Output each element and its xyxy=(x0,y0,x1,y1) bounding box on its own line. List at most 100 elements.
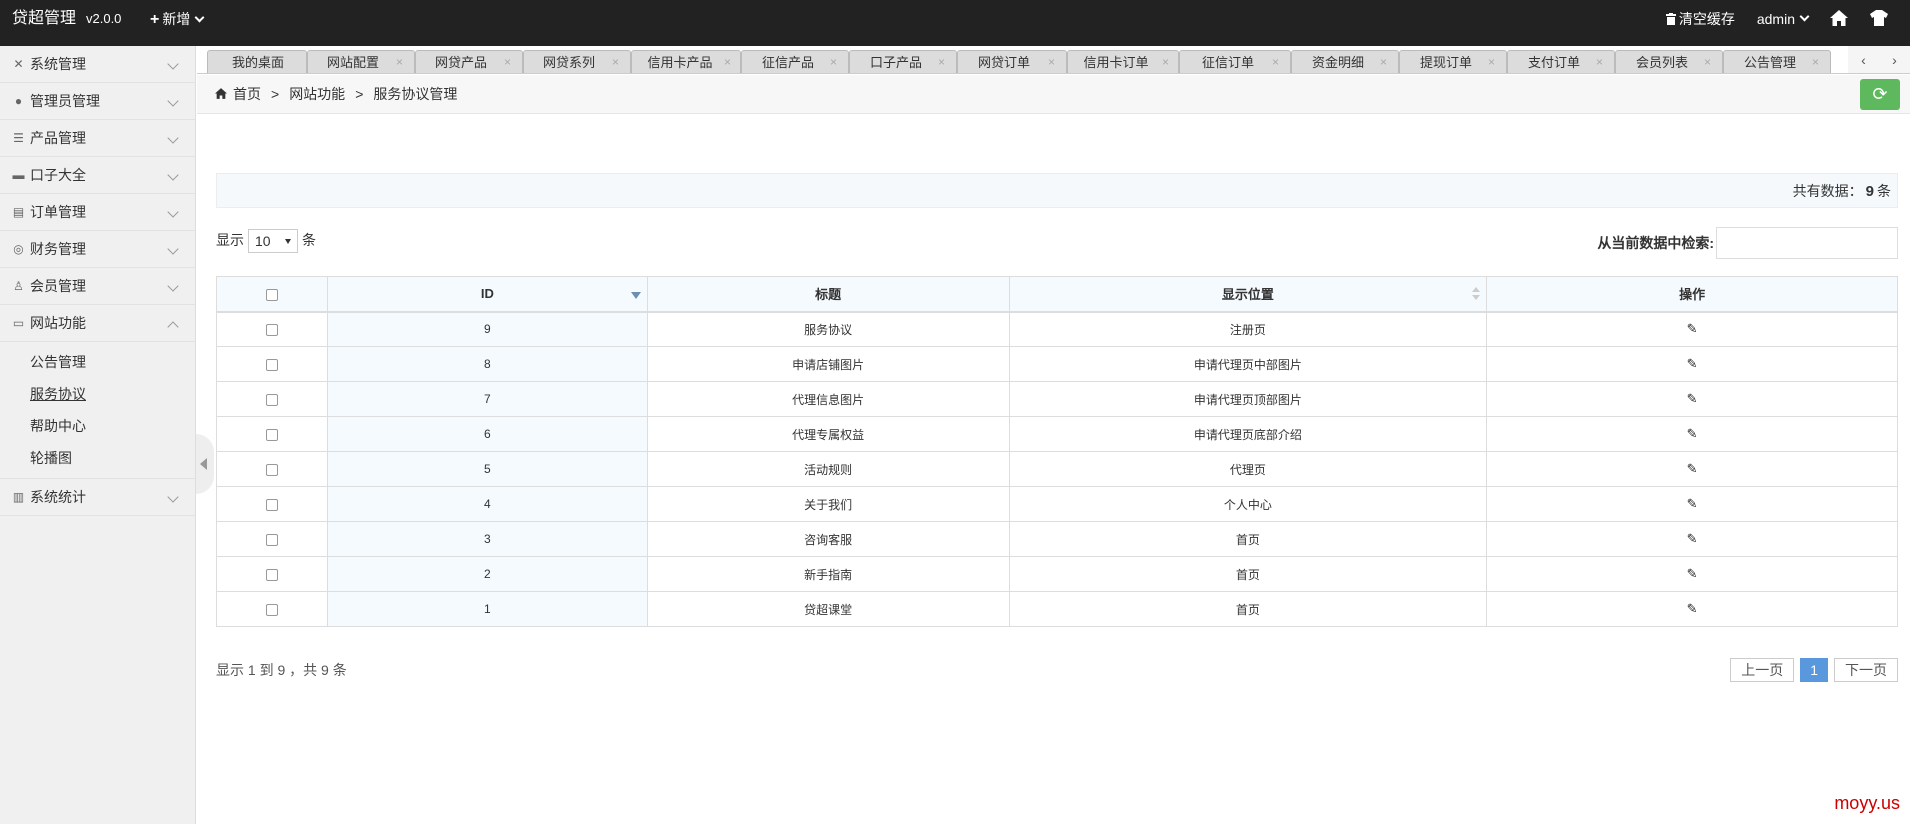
row-id: 3 xyxy=(326,521,648,557)
edit-icon[interactable]: ✎ xyxy=(1687,356,1698,372)
tab-fund-details[interactable]: 资金明细 × xyxy=(1291,50,1399,73)
column-header-id[interactable]: ID xyxy=(326,276,648,313)
tab-credit-card-products[interactable]: 信用卡产品 × xyxy=(631,50,741,73)
chevron-right-icon[interactable]: › xyxy=(1892,52,1897,68)
tab-koubu-products[interactable]: 口子产品 × xyxy=(849,50,957,73)
row-checkbox[interactable] xyxy=(265,498,278,511)
search-input[interactable] xyxy=(1716,227,1898,259)
app-title[interactable]: 贷超管理 xyxy=(12,0,76,38)
table-row: 3 咨询客服 首页 ✎ xyxy=(216,521,1898,557)
row-checkbox[interactable] xyxy=(265,393,278,406)
add-new-menu[interactable]: + 新增 xyxy=(150,0,205,38)
row-checkbox[interactable] xyxy=(265,463,278,476)
tab-label: 信用卡产品 xyxy=(647,55,713,70)
breadcrumb-level1[interactable]: 网站功能 xyxy=(289,86,345,102)
home-icon[interactable] xyxy=(1830,9,1848,29)
edit-icon[interactable]: ✎ xyxy=(1687,601,1698,617)
tab-label: 资金明细 xyxy=(1311,55,1364,70)
sidebar-item-stats[interactable]: ▥ 系统统计 xyxy=(0,479,195,516)
tab-credit-products[interactable]: 征信产品 × xyxy=(741,50,849,73)
sidebar-subitem-notice[interactable]: 公告管理 xyxy=(0,346,195,378)
close-icon[interactable]: × xyxy=(1272,54,1279,70)
tab-desktop[interactable]: 我的桌面 xyxy=(207,50,307,73)
close-icon[interactable]: × xyxy=(1812,54,1819,70)
sidebar-subitem-help[interactable]: 帮助中心 xyxy=(0,410,195,442)
select-all-header xyxy=(216,276,328,313)
tab-credit-card-orders[interactable]: 信用卡订单 × xyxy=(1067,50,1179,73)
tab-loan-products[interactable]: 网贷产品 × xyxy=(415,50,523,73)
tab-loan-orders[interactable]: 网贷订单 × xyxy=(957,50,1067,73)
close-icon[interactable]: × xyxy=(1488,54,1495,70)
close-icon[interactable]: × xyxy=(504,54,511,70)
close-icon[interactable]: × xyxy=(1048,54,1055,70)
tab-credit-orders[interactable]: 征信订单 × xyxy=(1179,50,1291,73)
close-icon[interactable]: × xyxy=(1162,54,1169,70)
sidebar-item-admins[interactable]: ● 管理员管理 xyxy=(0,83,195,120)
row-checkbox[interactable] xyxy=(265,428,278,441)
breadcrumb-home[interactable]: 首页 xyxy=(233,86,261,102)
edit-icon[interactable]: ✎ xyxy=(1687,426,1698,442)
home-icon[interactable] xyxy=(215,75,227,114)
edit-icon[interactable]: ✎ xyxy=(1687,566,1698,582)
sidebar-item-system[interactable]: ✕ 系统管理 xyxy=(0,46,195,83)
breadcrumb-separator: > xyxy=(355,86,364,102)
tab-withdraw-orders[interactable]: 提现订单 × xyxy=(1399,50,1507,73)
sidebar-subitem-agreement[interactable]: 服务协议 xyxy=(0,378,195,410)
sidebar-item-products[interactable]: ☰ 产品管理 xyxy=(0,120,195,157)
select-all-checkbox[interactable] xyxy=(265,288,278,301)
row-title: 服务协议 xyxy=(646,311,1010,347)
clear-cache-button[interactable]: 清空缓存 xyxy=(1665,9,1735,29)
tab-notice-management[interactable]: 公告管理 × xyxy=(1723,50,1831,73)
chevron-left-icon[interactable]: ‹ xyxy=(1861,52,1866,68)
user-menu[interactable]: admin xyxy=(1757,11,1810,27)
sidebar-item-members[interactable]: ♙ 会员管理 xyxy=(0,268,195,305)
sidebar-item-website[interactable]: ▭ 网站功能 xyxy=(0,305,195,342)
current-page-button[interactable]: 1 xyxy=(1800,658,1828,682)
edit-icon[interactable]: ✎ xyxy=(1687,531,1698,547)
sidebar-item-koubu[interactable]: ▬ 口子大全 xyxy=(0,157,195,194)
close-icon[interactable]: × xyxy=(1380,54,1387,70)
tab-loan-series[interactable]: 网贷系列 × xyxy=(523,50,631,73)
tab-payment-orders[interactable]: 支付订单 × xyxy=(1507,50,1615,73)
row-id: 2 xyxy=(326,556,648,592)
sidebar-item-orders[interactable]: ▤ 订单管理 xyxy=(0,194,195,231)
next-page-button[interactable]: 下一页 xyxy=(1834,658,1898,682)
chevron-down-icon xyxy=(167,58,179,70)
row-checkbox[interactable] xyxy=(265,533,278,546)
close-icon[interactable]: × xyxy=(938,54,945,70)
breadcrumb-separator: > xyxy=(271,86,280,102)
close-icon[interactable]: × xyxy=(724,54,731,70)
edit-icon[interactable]: ✎ xyxy=(1687,461,1698,477)
close-icon[interactable]: × xyxy=(1704,54,1711,70)
refresh-button[interactable]: ⟳ xyxy=(1860,79,1900,110)
edit-icon[interactable]: ✎ xyxy=(1687,321,1698,337)
page-length-select[interactable]: 10 xyxy=(248,229,298,254)
tab-site-config[interactable]: 网站配置 × xyxy=(307,50,415,73)
tab-label: 支付订单 xyxy=(1527,55,1580,70)
close-icon[interactable]: × xyxy=(830,54,837,70)
theme-shirt-icon[interactable] xyxy=(1870,9,1888,29)
tab-label: 公告管理 xyxy=(1743,55,1796,70)
sidebar-item-finance[interactable]: ◎ 财务管理 xyxy=(0,231,195,268)
database-icon: ◎ xyxy=(13,242,24,256)
close-icon[interactable]: × xyxy=(396,54,403,70)
tab-member-list[interactable]: 会员列表 × xyxy=(1615,50,1723,73)
row-position: 注册页 xyxy=(1008,311,1488,347)
row-checkbox[interactable] xyxy=(265,324,278,337)
column-header-position[interactable]: 显示位置 xyxy=(1008,276,1488,313)
edit-icon[interactable]: ✎ xyxy=(1687,391,1698,407)
prev-page-button[interactable]: 上一页 xyxy=(1730,658,1795,682)
tab-label: 网贷产品 xyxy=(434,55,487,70)
user-icon: ● xyxy=(14,94,23,108)
sidebar-collapse-toggle[interactable] xyxy=(196,434,214,494)
edit-icon[interactable]: ✎ xyxy=(1687,496,1698,512)
row-checkbox[interactable] xyxy=(265,358,278,371)
tab-label: 提现订单 xyxy=(1419,55,1472,70)
close-icon[interactable]: × xyxy=(612,54,619,70)
sidebar-subitem-carousel[interactable]: 轮播图 xyxy=(0,442,195,474)
top-navbar: 贷超管理 v2.0.0 + 新增 清空缓存 admin xyxy=(0,0,1910,46)
app-version: v2.0.0 xyxy=(86,11,122,26)
row-checkbox[interactable] xyxy=(265,568,278,581)
close-icon[interactable]: × xyxy=(1596,54,1603,70)
row-checkbox[interactable] xyxy=(265,603,278,616)
